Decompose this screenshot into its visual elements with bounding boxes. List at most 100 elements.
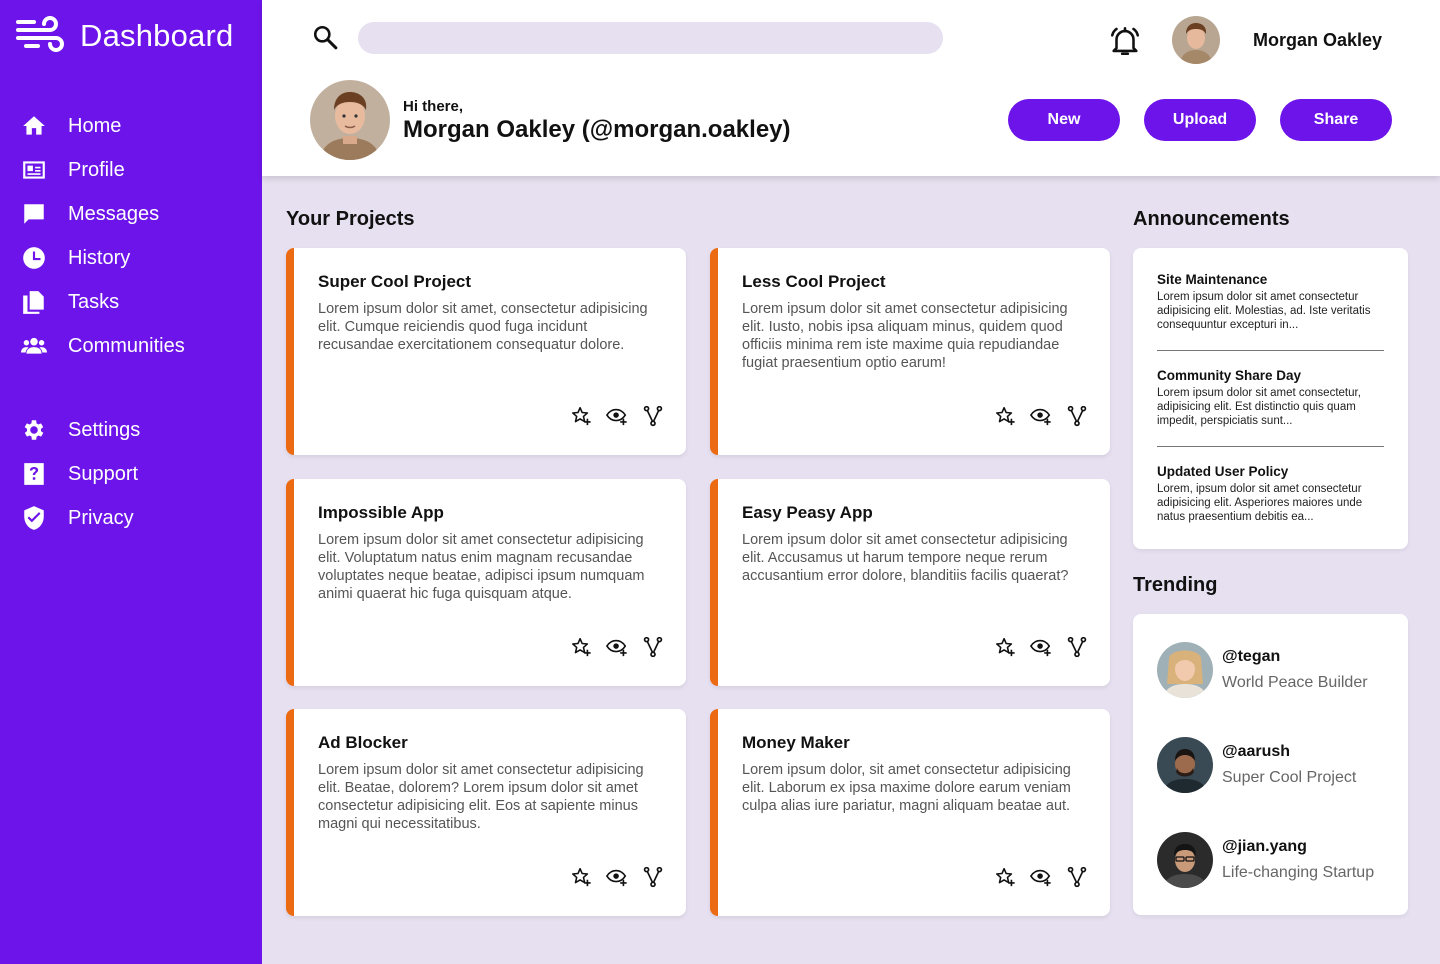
fork-icon[interactable] (642, 636, 664, 658)
project-card[interactable]: Money Maker Lorem ipsum dolor, sit amet … (710, 709, 1110, 916)
sidebar-item-support[interactable]: Support (20, 459, 138, 489)
project-description: Lorem ipsum dolor sit amet consectetur a… (318, 762, 644, 832)
star-add-icon[interactable] (994, 636, 1016, 658)
fork-icon[interactable] (642, 405, 664, 427)
star-add-icon[interactable] (570, 866, 592, 888)
project-title: Money Maker (742, 733, 850, 752)
sidebar-item-label: Support (68, 462, 139, 485)
avatar (1157, 832, 1213, 888)
avatar (1157, 737, 1213, 793)
sidebar-item-history[interactable]: History (20, 243, 130, 273)
project-description: Lorem ipsum dolor sit amet, consectetur … (318, 301, 648, 353)
announcement-title: Community Share Day (1157, 368, 1302, 383)
watch-icon[interactable] (1030, 636, 1052, 658)
brand-title: Dashboard (80, 18, 234, 53)
trending-handle: @aarush (1222, 743, 1291, 760)
project-card[interactable]: Easy Peasy App Lorem ipsum dolor sit ame… (710, 479, 1110, 686)
card-actions (570, 636, 664, 658)
watch-icon[interactable] (606, 636, 628, 658)
sidebar-item-label: History (68, 246, 131, 269)
help-icon (20, 460, 48, 488)
star-add-icon[interactable] (994, 866, 1016, 888)
star-add-icon[interactable] (994, 405, 1016, 427)
project-title: Super Cool Project (318, 272, 472, 291)
announcements-panel: Site Maintenance Lorem ipsum dolor sit a… (1133, 248, 1408, 549)
sidebar-item-profile[interactable]: Profile (20, 155, 125, 185)
project-card[interactable]: Ad Blocker Lorem ipsum dolor sit amet co… (286, 709, 686, 916)
announcements-title: Announcements (1133, 208, 1290, 230)
sidebar-item-label: Profile (68, 158, 125, 181)
clock-icon (20, 244, 48, 272)
sidebar-item-communities[interactable]: Communities (20, 331, 185, 361)
trending-item[interactable]: @aarush Super Cool Project (1157, 737, 1356, 793)
header: Morgan Oakley Hi there, Morgan Oakley (@… (262, 0, 1440, 176)
avatar (1157, 642, 1213, 698)
trending-handle: @jian.yang (1222, 838, 1307, 855)
id-card-icon (20, 156, 48, 184)
sidebar-item-label: Communities (68, 334, 185, 357)
sidebar-item-label: Privacy (68, 506, 134, 529)
brand[interactable]: Dashboard (16, 16, 233, 56)
trending-handle: @tegan (1222, 648, 1281, 665)
project-title: Less Cool Project (742, 272, 886, 291)
sidebar-item-tasks[interactable]: Tasks (20, 287, 119, 317)
gear-icon (20, 416, 48, 444)
project-card[interactable]: Less Cool Project Lorem ipsum dolor sit … (710, 248, 1110, 455)
announcement-item[interactable]: Community Share Day Lorem ipsum dolor si… (1157, 368, 1384, 428)
sidebar-item-settings[interactable]: Settings (20, 415, 140, 445)
announcement-title: Updated User Policy (1157, 464, 1289, 479)
sidebar-item-messages[interactable]: Messages (20, 199, 159, 229)
card-actions (994, 636, 1088, 658)
project-description: Lorem ipsum dolor sit amet consectetur a… (742, 532, 1069, 584)
announcement-title: Site Maintenance (1157, 272, 1268, 287)
project-title: Ad Blocker (318, 733, 408, 752)
star-add-icon[interactable] (570, 636, 592, 658)
project-card[interactable]: Impossible App Lorem ipsum dolor sit ame… (286, 479, 686, 686)
upload-button[interactable]: Upload (1144, 99, 1256, 141)
fork-icon[interactable] (1066, 636, 1088, 658)
announcement-item[interactable]: Site Maintenance Lorem ipsum dolor sit a… (1157, 272, 1384, 332)
greeting-name: Morgan Oakley (@morgan.oakley) (403, 116, 791, 143)
project-description: Lorem ipsum dolor, sit amet consectetur … (742, 762, 1071, 814)
message-icon (20, 200, 48, 228)
project-description: Lorem ipsum dolor sit amet consectetur a… (742, 301, 1068, 371)
watch-icon[interactable] (606, 405, 628, 427)
card-actions (570, 405, 664, 427)
announcement-text: Lorem ipsum dolor sit amet consectetur, … (1157, 387, 1361, 427)
fork-icon[interactable] (1066, 405, 1088, 427)
announcement-text: Lorem ipsum dolor sit amet consectetur a… (1157, 291, 1371, 331)
trending-project: World Peace Builder (1222, 674, 1368, 691)
divider (1157, 350, 1384, 351)
watch-icon[interactable] (1030, 866, 1052, 888)
trending-project: Life-changing Startup (1222, 864, 1375, 881)
search-input[interactable] (358, 22, 943, 54)
trending-item[interactable]: @jian.yang Life-changing Startup (1157, 832, 1374, 888)
card-actions (994, 866, 1088, 888)
announcement-item[interactable]: Updated User Policy Lorem, ipsum dolor s… (1157, 464, 1384, 524)
new-button[interactable]: New (1008, 99, 1120, 141)
sidebar-item-home[interactable]: Home (20, 111, 121, 141)
watch-icon[interactable] (1030, 405, 1052, 427)
card-actions (994, 405, 1088, 427)
announcement-text: Lorem, ipsum dolor sit amet consectetur … (1157, 483, 1363, 523)
project-card[interactable]: Super Cool Project Lorem ipsum dolor sit… (286, 248, 686, 455)
trending-panel: @tegan World Peace Builder @aarush Super… (1133, 614, 1408, 915)
sidebar: Dashboard Home Profile Messages History … (0, 0, 262, 964)
search-icon[interactable] (312, 24, 338, 50)
share-button[interactable]: Share (1280, 99, 1392, 141)
avatar[interactable] (1172, 16, 1220, 64)
sidebar-item-privacy[interactable]: Privacy (20, 503, 134, 533)
user-name[interactable]: Morgan Oakley (1253, 30, 1382, 51)
documents-icon (20, 288, 48, 316)
watch-icon[interactable] (606, 866, 628, 888)
star-add-icon[interactable] (570, 405, 592, 427)
fork-icon[interactable] (642, 866, 664, 888)
divider (1157, 446, 1384, 447)
project-description: Lorem ipsum dolor sit amet consectetur a… (318, 532, 645, 602)
home-icon (20, 112, 48, 140)
wind-logo-icon (16, 16, 64, 52)
trending-item[interactable]: @tegan World Peace Builder (1157, 642, 1368, 698)
fork-icon[interactable] (1066, 866, 1088, 888)
trending-project: Super Cool Project (1222, 769, 1357, 786)
bell-icon[interactable] (1108, 24, 1142, 58)
